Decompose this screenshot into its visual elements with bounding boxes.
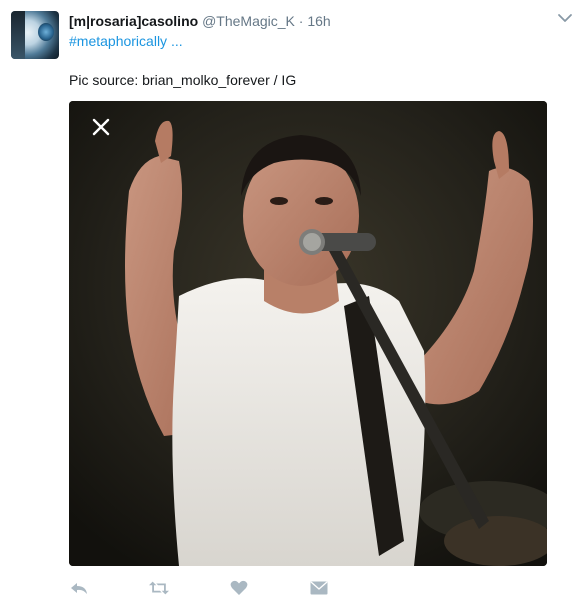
author-display-name[interactable]: [m|rosaria]casolino — [69, 13, 198, 29]
hashtag-link[interactable]: #metaphorically ... — [69, 32, 183, 50]
photo-image — [69, 101, 547, 566]
tweet-actions — [69, 578, 369, 598]
retweet-icon[interactable] — [149, 578, 169, 598]
tweet: [m|rosaria]casolino @TheMagic_K · 16h #m… — [0, 0, 583, 604]
author-handle[interactable]: @TheMagic_K — [202, 13, 295, 29]
close-icon[interactable] — [85, 111, 117, 143]
heart-icon[interactable] — [229, 578, 249, 598]
reply-icon[interactable] — [69, 578, 89, 598]
chevron-down-icon[interactable] — [557, 10, 573, 26]
tweet-text: Pic source: brian_molko_forever / IG — [69, 72, 297, 88]
tweet-header: [m|rosaria]casolino @TheMagic_K · 16h — [69, 12, 543, 30]
avatar[interactable] — [11, 11, 59, 59]
header-separator: · — [298, 13, 304, 29]
tweet-timestamp[interactable]: 16h — [307, 13, 330, 29]
envelope-icon[interactable] — [309, 578, 329, 598]
tweet-photo[interactable] — [69, 101, 547, 566]
